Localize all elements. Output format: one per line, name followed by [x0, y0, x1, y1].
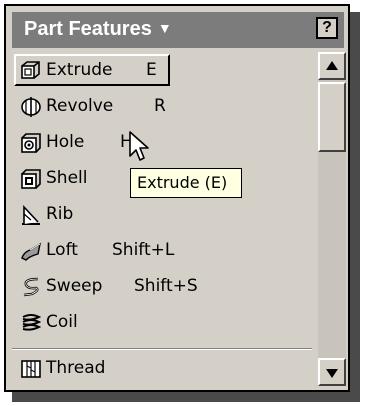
feature-item-coil[interactable]: Coil [16, 308, 306, 338]
mouse-cursor-icon [128, 130, 152, 164]
feature-shortcut: R [154, 96, 166, 116]
panel-title[interactable]: Part Features ▼ [24, 18, 172, 41]
feature-list: Extrude E Revolve R Hole H Shell Rib Lof… [12, 52, 312, 386]
help-button[interactable]: ? [316, 17, 338, 39]
feature-label: Loft [46, 240, 78, 260]
feature-item-loft[interactable]: Loft Shift+L [16, 236, 306, 266]
vertical-scrollbar[interactable] [318, 52, 346, 386]
hole-icon [20, 132, 42, 154]
arrow-up-icon [325, 58, 339, 77]
feature-shortcut: E [146, 60, 157, 80]
feature-item-revolve[interactable]: Revolve R [16, 92, 306, 122]
feature-label: Revolve [46, 96, 114, 116]
feature-label: Shell [46, 168, 88, 188]
list-separator [12, 348, 312, 350]
part-features-panel: Part Features ▼ ? Extrude E Revolve R Ho… [4, 4, 350, 392]
arrow-down-icon [325, 365, 339, 384]
feature-label: Hole [46, 132, 85, 152]
feature-label: Coil [46, 312, 78, 332]
scroll-thumb[interactable] [318, 82, 346, 152]
extrude-tooltip: Extrude (E) [130, 168, 242, 198]
panel-titlebar[interactable]: Part Features ▼ ? [12, 12, 344, 48]
loft-icon [20, 240, 42, 262]
shell-icon [20, 168, 42, 190]
feature-item-rib[interactable]: Rib [16, 200, 306, 230]
thread-icon [20, 358, 42, 380]
revolve-icon [20, 96, 42, 118]
panel-title-text: Part Features [24, 18, 152, 40]
feature-shortcut: Shift+L [112, 240, 175, 260]
feature-label: Thread [46, 358, 106, 378]
rib-icon [20, 204, 42, 226]
feature-item-sweep[interactable]: Sweep Shift+S [16, 272, 306, 302]
scroll-down-button[interactable] [318, 358, 346, 386]
extrude-icon [20, 60, 42, 82]
coil-icon [20, 312, 42, 334]
feature-label: Extrude [46, 60, 113, 80]
feature-label: Rib [46, 204, 74, 224]
feature-shortcut: Shift+S [134, 276, 198, 296]
feature-item-extrude[interactable]: Extrude E [14, 54, 170, 86]
title-dropdown-icon[interactable]: ▼ [158, 20, 172, 36]
scroll-up-button[interactable] [318, 52, 346, 80]
feature-label: Sweep [46, 276, 103, 296]
sweep-icon [20, 276, 42, 298]
feature-item-hole[interactable]: Hole H [16, 128, 306, 158]
feature-item-thread[interactable]: Thread [16, 354, 306, 384]
